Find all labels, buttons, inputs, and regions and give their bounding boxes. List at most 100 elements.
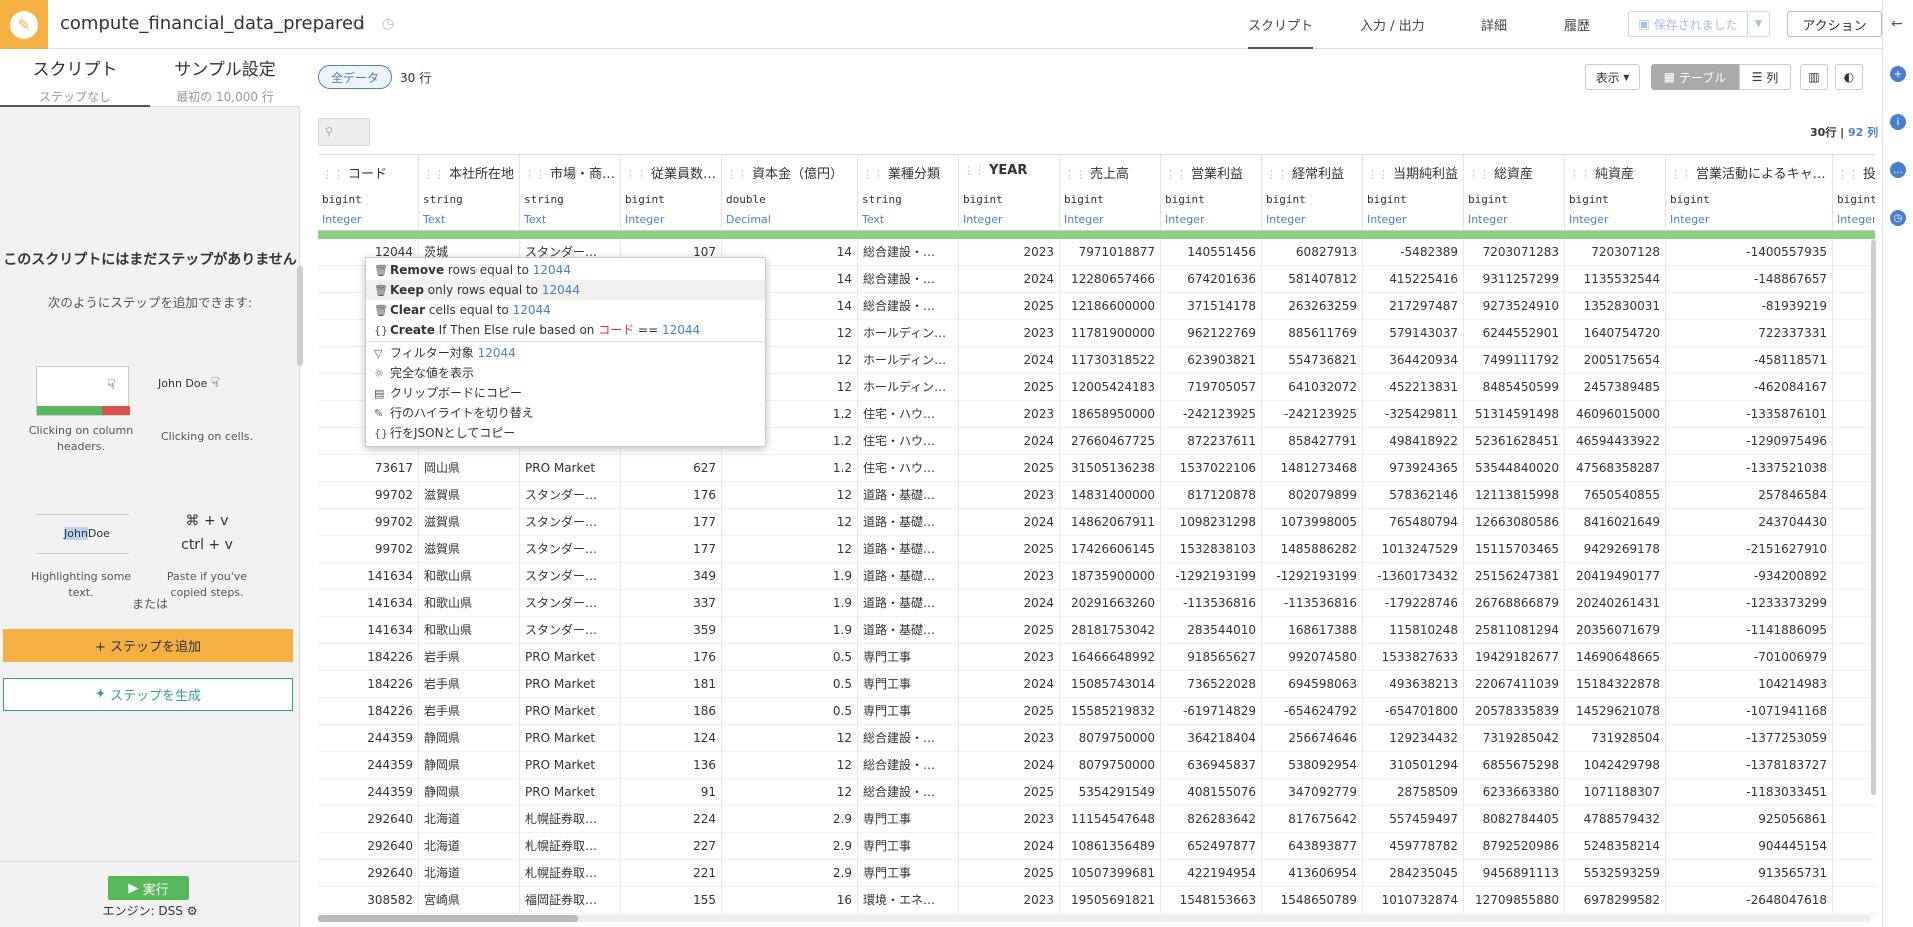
table-cell[interactable]: -81939219 [1666,293,1833,320]
table-cell[interactable]: 12709855880 [1464,887,1565,914]
table-cell[interactable]: 1532838103 [1161,536,1262,563]
column-meaning[interactable]: Integer [322,213,362,226]
table-cell[interactable]: -148867657 [1666,266,1833,293]
table-cell[interactable]: 8416021649 [1565,509,1666,536]
table-cell[interactable]: 2025 [959,617,1060,644]
drag-handle-icon[interactable]: ⋮⋮ [1165,168,1187,181]
table-cell[interactable]: 5532593259 [1565,860,1666,887]
table-cell[interactable]: 和歌山県 [419,590,520,617]
table-cell[interactable]: 5354291549 [1060,779,1161,806]
action-button[interactable]: アクション [1787,11,1882,37]
column-header[interactable]: ⋮⋮ 業種分類 string Text [858,155,959,231]
table-cell[interactable]: 1640754720 [1565,320,1666,347]
table-cell[interactable]: -1292193199 [1161,563,1262,590]
table-cell[interactable]: 579143037 [1363,320,1464,347]
table-cell[interactable]: 12186600000 [1060,293,1161,320]
table-cell[interactable]: -1337521038 [1666,455,1833,482]
table-cell[interactable]: 8485450599 [1464,374,1565,401]
column-meaning[interactable]: Text [862,213,884,226]
table-cell[interactable]: 817675642 [1262,806,1363,833]
table-cell[interactable]: 73617 [318,455,419,482]
table-cell[interactable]: 1073998005 [1262,509,1363,536]
table-cell[interactable]: 765480794 [1363,509,1464,536]
table-cell[interactable]: 25156247381 [1464,563,1565,590]
table-cell[interactable] [1833,428,1875,455]
table-cell[interactable]: 1.2 [722,455,858,482]
table-cell[interactable]: 2024 [959,428,1060,455]
menu-copy-json[interactable]: {} 行をJSONとしてコピー [366,423,765,443]
table-cell[interactable]: 636945837 [1161,752,1262,779]
table-cell[interactable]: 19429182677 [1464,644,1565,671]
table-cell[interactable] [1833,671,1875,698]
table-cell[interactable]: 141634 [318,590,419,617]
drag-handle-icon[interactable]: ⋮⋮ [423,168,445,181]
search-input[interactable]: ⚲ [318,118,370,146]
display-dropdown[interactable]: 表示 ▾ [1585,64,1640,90]
table-cell[interactable]: 1042429798 [1565,752,1666,779]
table-cell[interactable]: 99702 [318,509,419,536]
table-cell[interactable]: 244359 [318,752,419,779]
table-cell[interactable]: 2025 [959,536,1060,563]
save-dropdown-button[interactable]: ▼ [1748,11,1770,37]
table-cell[interactable]: 244359 [318,725,419,752]
drag-handle-icon[interactable]: ⋮⋮ [726,168,748,181]
table-cell[interactable]: スタンダー… [520,509,621,536]
table-cell[interactable]: 91 [621,779,722,806]
table-cell[interactable]: 28758509 [1363,779,1464,806]
table-cell[interactable]: -654701800 [1363,698,1464,725]
table-cell[interactable]: 北海道 [419,806,520,833]
table-cell[interactable]: 731928504 [1565,725,1666,752]
table-cell[interactable]: 129234432 [1363,725,1464,752]
column-header[interactable]: ⋮⋮ 経常利益 bigint Integer [1262,155,1363,231]
table-cell[interactable]: 20291663260 [1060,590,1161,617]
table-cell[interactable]: 2025 [959,455,1060,482]
table-cell[interactable]: 12005424183 [1060,374,1161,401]
table-cell[interactable]: 専門工事 [858,671,959,698]
table-cell[interactable]: -2151627910 [1666,536,1833,563]
table-cell[interactable]: 専門工事 [858,644,959,671]
table-cell[interactable]: 道路・基礎… [858,617,959,644]
table-cell[interactable]: 岩手県 [419,698,520,725]
table-cell[interactable]: 2023 [959,401,1060,428]
table-cell[interactable]: 263263259 [1262,293,1363,320]
table-cell[interactable]: 滋賀県 [419,482,520,509]
table-cell[interactable]: 滋賀県 [419,536,520,563]
table-cell[interactable]: 12 [722,509,858,536]
table-cell[interactable]: 1533827633 [1363,644,1464,671]
table-cell[interactable]: 736522028 [1161,671,1262,698]
table-cell[interactable]: PRO Market [520,779,621,806]
columns-view-button[interactable]: ☰ 列 [1739,64,1791,90]
table-cell[interactable]: 札幌証券取… [520,806,621,833]
arrow-left-icon[interactable]: ← [1891,16,1903,32]
table-cell[interactable]: 0.5 [722,671,858,698]
plus-icon[interactable]: + [1890,66,1906,82]
drag-handle-icon[interactable]: ⋮⋮ [322,168,344,181]
table-cell[interactable]: 6233663380 [1464,779,1565,806]
table-cell[interactable]: 140551456 [1161,239,1262,266]
table-cell[interactable]: 札幌証券取… [520,860,621,887]
table-cell[interactable]: 498418922 [1363,428,1464,455]
table-cell[interactable]: 104214983 [1666,671,1833,698]
table-cell[interactable]: 347092779 [1262,779,1363,806]
table-cell[interactable]: 6244552901 [1464,320,1565,347]
menu-show-full-value[interactable]: ☼ 完全な値を表示 [366,363,765,383]
table-cell[interactable]: 176 [621,482,722,509]
table-cell[interactable]: 722337331 [1666,320,1833,347]
table-cell[interactable]: 1098231298 [1161,509,1262,536]
horizontal-scrollbar[interactable] [318,915,1871,922]
table-cell[interactable]: 15184322878 [1565,671,1666,698]
table-cell[interactable]: 918565627 [1161,644,1262,671]
table-cell[interactable]: 総合建設・… [858,266,959,293]
table-cell[interactable]: 総合建設・… [858,293,959,320]
table-cell[interactable]: 2023 [959,887,1060,914]
table-cell[interactable]: 静岡県 [419,725,520,752]
table-cell[interactable] [1833,860,1875,887]
table-cell[interactable]: 1.9 [722,617,858,644]
menu-create-rule[interactable]: {} Create If Then Else rule based on コード … [366,320,765,340]
table-cell[interactable]: 422194954 [1161,860,1262,887]
table-cell[interactable]: 11730318522 [1060,347,1161,374]
table-cell[interactable]: 217297487 [1363,293,1464,320]
table-cell[interactable]: -1141886095 [1666,617,1833,644]
table-cell[interactable]: 2023 [959,806,1060,833]
table-cell[interactable]: 7650540855 [1565,482,1666,509]
